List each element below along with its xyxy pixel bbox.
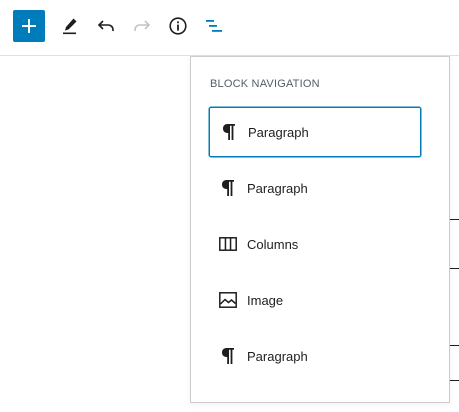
block-navigation-item-label: Columns: [247, 236, 299, 252]
block-navigation-item-paragraph[interactable]: Paragraph: [209, 163, 421, 213]
image-icon: [219, 291, 237, 309]
redo-button[interactable]: [126, 10, 158, 42]
block-navigation-popover: Block Navigation Paragraph Paragraph: [190, 56, 450, 403]
pencil-icon: [63, 18, 77, 35]
block-navigation-button[interactable]: [198, 10, 230, 42]
block-navigation-item-image[interactable]: Image: [209, 275, 421, 325]
plus-icon: [22, 19, 36, 33]
block-navigation-item-paragraph[interactable]: Paragraph: [209, 107, 421, 157]
add-block-button[interactable]: [13, 10, 45, 42]
undo-icon: [97, 20, 114, 31]
editor-screen: Block Navigation Paragraph Paragraph: [0, 0, 459, 412]
block-navigation-item-paragraph[interactable]: Paragraph: [209, 331, 421, 381]
content-structure-button[interactable]: [162, 10, 194, 42]
list-view-icon: [206, 20, 222, 32]
block-navigation-title: Block Navigation: [210, 78, 320, 90]
block-navigation-item-label: Image: [247, 292, 284, 308]
redo-icon: [134, 20, 151, 31]
block-navigation-item-label: Paragraph: [247, 348, 308, 364]
block-navigation-list: Paragraph Paragraph Columns Image Paragr…: [209, 107, 421, 387]
columns-icon: [219, 235, 237, 253]
editor-toolbar: [0, 0, 459, 56]
block-navigation-item-columns[interactable]: Columns: [209, 219, 421, 269]
tools-button[interactable]: [54, 10, 86, 42]
paragraph-icon: [219, 179, 237, 197]
block-navigation-item-label: Paragraph: [247, 180, 308, 196]
paragraph-icon: [219, 347, 237, 365]
undo-button[interactable]: [90, 10, 122, 42]
info-icon: [169, 17, 187, 35]
block-navigation-item-label: Paragraph: [248, 124, 309, 140]
paragraph-icon: [220, 123, 238, 141]
